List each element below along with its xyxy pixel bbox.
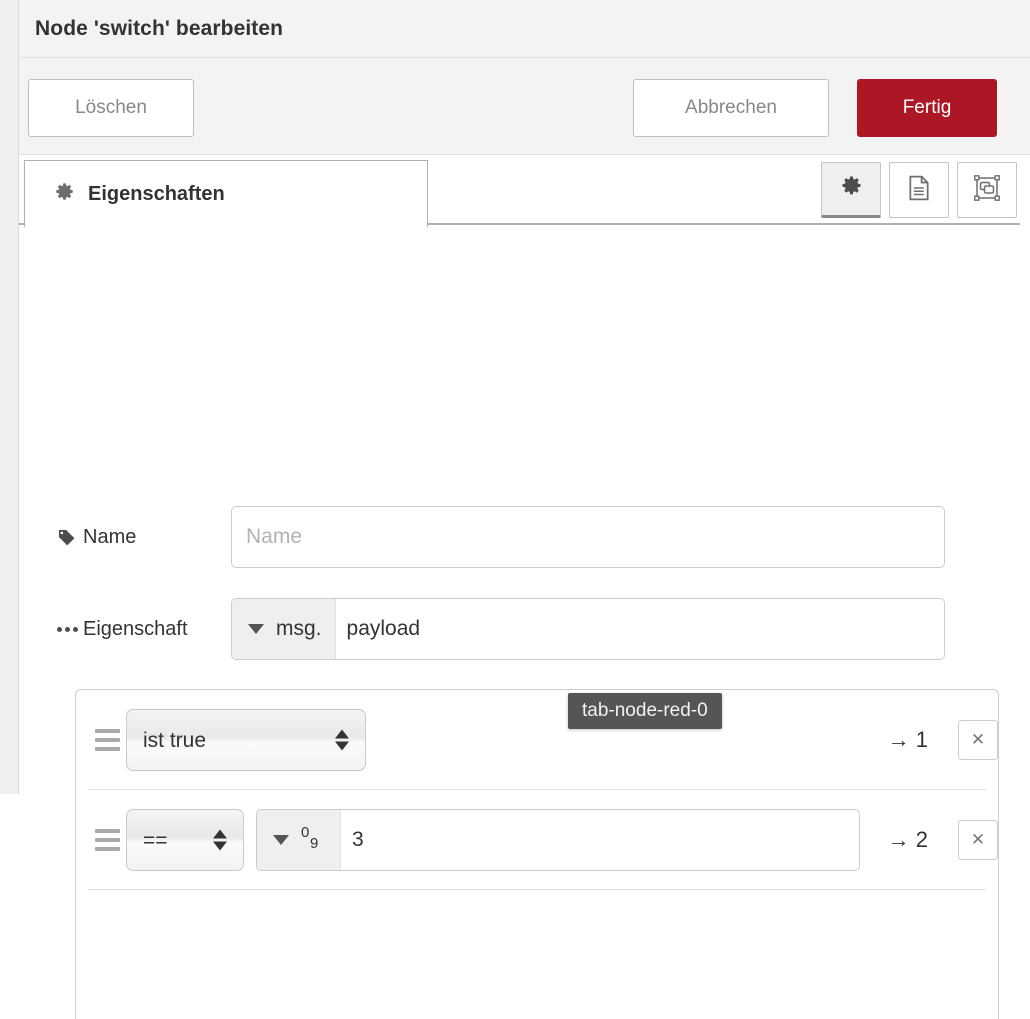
rule-output-label-2: → 2	[887, 827, 928, 852]
chevron-down-icon	[273, 835, 289, 845]
property-value-input[interactable]: payload	[336, 599, 944, 659]
form-row-name: Name	[19, 506, 945, 568]
cancel-button[interactable]: Abbrechen	[633, 79, 829, 137]
page-title: Node 'switch' bearbeiten	[35, 16, 284, 40]
rule-value-typed-input-2: 0 9 3	[256, 809, 860, 871]
property-typed-input: msg. payload	[231, 598, 945, 660]
gear-icon	[840, 175, 863, 203]
property-label: Eigenschaft	[19, 618, 231, 641]
rule-divider	[88, 889, 986, 890]
rule-value-type-selector-2[interactable]: 0 9	[257, 810, 341, 870]
app-background: Node 'switch' bearbeiten Löschen Abbrech…	[0, 0, 1030, 1019]
delete-button[interactable]: Löschen	[28, 79, 194, 137]
form-row-property: Eigenschaft msg. payload	[19, 598, 945, 660]
table-row: == 0 9 3 → 2 ✕	[76, 790, 998, 890]
number-type-icon: 0 9	[301, 824, 319, 852]
rule-output-label-1: → 1	[887, 727, 928, 752]
chevron-down-icon	[248, 624, 264, 634]
drag-handle-icon[interactable]	[88, 829, 126, 851]
rule-value-input-2[interactable]: 3	[341, 810, 859, 870]
rules-container: ist true → 1 ✕ == 0 9 3 → 2 ✕	[75, 689, 999, 1019]
property-label-text: Eigenschaft	[83, 617, 188, 640]
property-type-selector[interactable]: msg.	[232, 599, 336, 659]
name-label: Name	[19, 526, 231, 549]
tab-properties-label: Eigenschaften	[88, 182, 225, 205]
rule-delete-button-1[interactable]: ✕	[958, 720, 998, 760]
tab-strip: Eigenschaften	[19, 155, 1030, 227]
rule-operator-wrapper: ==	[126, 809, 244, 871]
rule-delete-button-2[interactable]: ✕	[958, 820, 998, 860]
tab-icon-description-button[interactable]	[889, 162, 949, 218]
table-row: ist true → 1 ✕	[76, 690, 998, 790]
tag-icon	[57, 528, 83, 547]
rule-operator-select-2[interactable]: ==	[126, 809, 244, 871]
dialog-toolbar: Löschen Abbrechen Fertig	[19, 58, 1030, 155]
edit-node-dialog: Node 'switch' bearbeiten Löschen Abbrech…	[18, 0, 1030, 1019]
name-label-text: Name	[83, 525, 137, 548]
drag-handle-icon[interactable]	[88, 729, 126, 751]
dialog-titlebar: Node 'switch' bearbeiten	[19, 0, 1030, 58]
document-icon	[907, 175, 931, 206]
property-type-label: msg.	[276, 617, 322, 640]
tab-properties[interactable]: Eigenschaften	[24, 160, 428, 227]
gear-icon	[54, 182, 75, 207]
tab-icon-appearance-button[interactable]	[957, 162, 1017, 218]
dots-icon	[57, 626, 83, 632]
rule-operator-wrapper: ist true	[126, 709, 366, 771]
appearance-icon	[973, 174, 1001, 206]
tab-icon-settings-button[interactable]	[821, 162, 881, 218]
name-input[interactable]	[231, 506, 945, 568]
tooltip: tab-node-red-0	[568, 693, 722, 729]
done-button[interactable]: Fertig	[857, 79, 997, 137]
rule-operator-select-1[interactable]: ist true	[126, 709, 366, 771]
